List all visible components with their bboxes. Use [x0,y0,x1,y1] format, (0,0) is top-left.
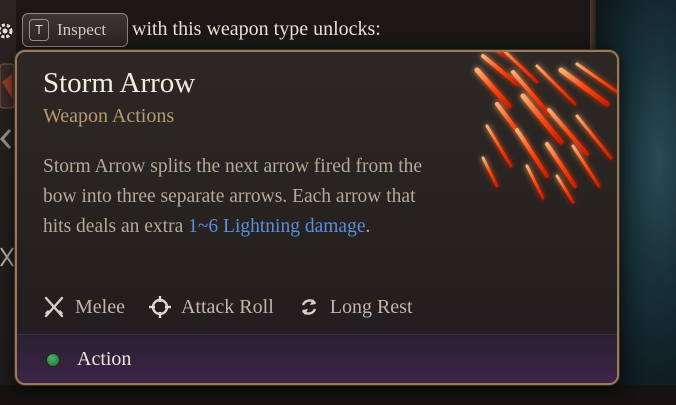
description-end: . [365,216,371,237]
spell-title: Storm Arrow [43,67,196,99]
spell-category: Weapon Actions [43,105,175,127]
inspect-key-badge[interactable]: T Inspect [22,13,128,47]
tag-attack-roll: Attack Roll [148,295,274,319]
spell-tags: Melee Attack Roll Long Rest [43,292,437,322]
rest-cycle-icon [301,299,316,315]
partial-swords-icon [0,247,14,267]
action-dot-icon [47,353,59,366]
crosshair-icon [148,296,171,318]
tag-attack-roll-label: Attack Roll [180,295,274,318]
crossed-swords-icon [44,296,64,318]
key-cap: T [29,19,49,41]
background-left-panel [0,0,16,405]
spell-description: Storm Arrow splits the next arrow fired … [43,152,423,242]
gear-icon [0,23,13,39]
partial-chevron-icon [0,129,12,149]
tag-melee: Melee [43,296,125,319]
partial-item-icon[interactable] [0,62,14,110]
background-bottom [0,385,676,405]
inspect-label: Inspect [57,20,107,39]
damage-highlight[interactable]: 1~6 Lightning damage [188,216,365,237]
storm-arrow-spell-icon [474,52,617,204]
unlock-hint-text: with this weapon type unlocks: [132,18,381,40]
tag-long-rest: Long Rest [298,296,413,319]
action-cost-bar: Action [17,334,617,383]
tag-melee-label: Melee [75,295,125,318]
spell-tooltip: Storm Arrow Weapon Actions Storm Arrow s… [15,50,619,385]
tag-long-rest-label: Long Rest [329,295,413,318]
action-cost-label: Action [77,348,132,370]
